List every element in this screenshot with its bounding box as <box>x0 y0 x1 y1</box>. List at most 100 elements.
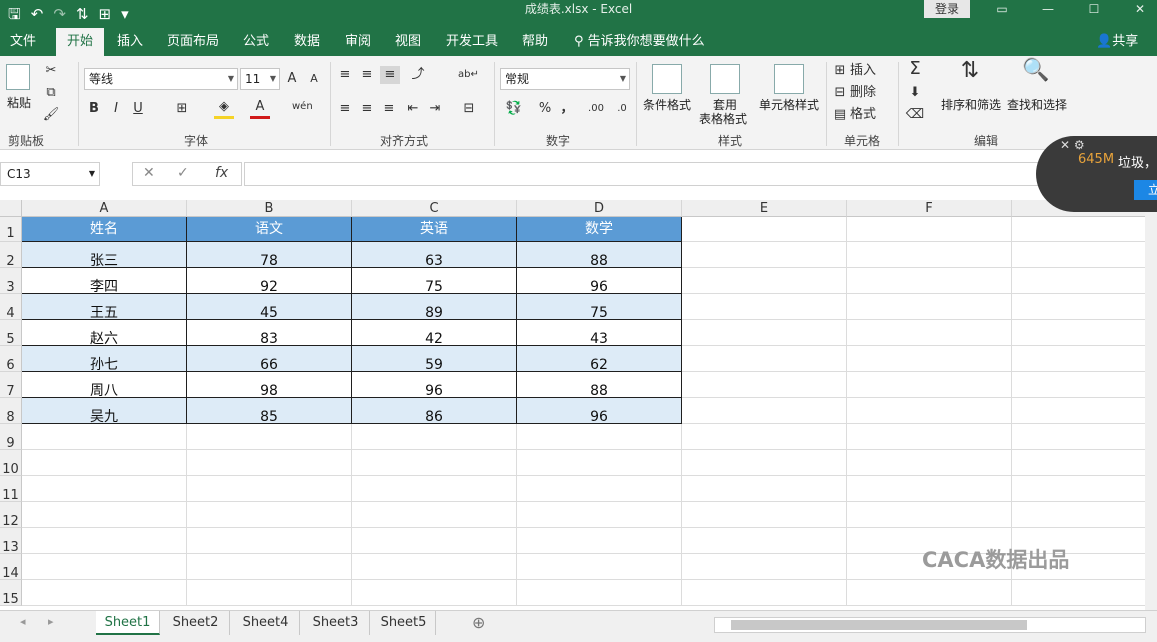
delete-cells-icon[interactable]: ⊟ <box>832 84 848 102</box>
copy-icon[interactable]: ⧉ <box>42 84 60 102</box>
autosum-button[interactable]: Σ <box>904 60 926 78</box>
decrease-decimal-icon[interactable]: .0 <box>612 100 632 118</box>
empty-cell[interactable] <box>22 554 187 580</box>
table-cell[interactable]: 62 <box>517 346 682 372</box>
paste-label[interactable]: 粘贴 <box>2 96 36 111</box>
tab-review[interactable]: 审阅 <box>338 28 378 56</box>
table-cell[interactable]: 周八 <box>22 372 187 398</box>
row-header[interactable]: 9 <box>0 424 22 451</box>
row-header[interactable]: 13 <box>0 528 22 555</box>
empty-cell[interactable] <box>682 268 847 294</box>
underline-button[interactable]: U <box>130 100 146 118</box>
find-select-icon[interactable]: 🔍 <box>1018 60 1054 82</box>
insert-cells-icon[interactable]: ⊞ <box>832 62 848 80</box>
empty-cell[interactable] <box>1012 242 1145 268</box>
scroll-right-icon[interactable]: ▸ <box>48 615 54 628</box>
empty-cell[interactable] <box>847 476 1012 502</box>
wrap-text-icon[interactable]: ab↵ <box>458 66 479 84</box>
empty-cell[interactable] <box>1012 294 1145 320</box>
row-header[interactable]: 8 <box>0 398 22 425</box>
column-header[interactable]: E <box>682 200 847 217</box>
empty-cell[interactable] <box>682 476 847 502</box>
empty-cell[interactable] <box>352 502 517 528</box>
table-cell[interactable]: 83 <box>187 320 352 346</box>
column-header[interactable]: B <box>187 200 352 217</box>
align-right-icon[interactable]: ≡ <box>380 100 398 118</box>
tab-view[interactable]: 视图 <box>388 28 428 56</box>
table-cell[interactable]: 92 <box>187 268 352 294</box>
maximize-icon[interactable]: ☐ <box>1074 0 1114 18</box>
empty-cell[interactable] <box>187 580 352 606</box>
table-cell[interactable]: 赵六 <box>22 320 187 346</box>
align-bottom-icon[interactable]: ≡ <box>380 66 400 84</box>
column-header[interactable]: A <box>22 200 187 217</box>
font-name-combo[interactable]: 等线 ▼ <box>84 68 238 90</box>
empty-cell[interactable] <box>682 580 847 606</box>
tab-insert[interactable]: 插入 <box>110 28 150 56</box>
empty-cell[interactable] <box>682 217 847 242</box>
bold-button[interactable]: B <box>86 100 102 118</box>
cancel-icon[interactable]: ✕ <box>143 165 155 181</box>
align-top-icon[interactable]: ≡ <box>336 66 354 84</box>
increase-indent-icon[interactable]: ⇥ <box>426 100 444 118</box>
scroll-thumb[interactable] <box>731 620 1027 630</box>
sheet-tab-sheet4[interactable]: Sheet4 <box>232 611 300 635</box>
column-header[interactable]: C <box>352 200 517 217</box>
row-header[interactable]: 1 <box>0 217 22 242</box>
font-size-combo[interactable]: 11 ▼ <box>240 68 280 90</box>
tell-me-search[interactable]: ⚲ 告诉我你想要做什么 <box>574 28 705 56</box>
table-cell[interactable]: 43 <box>517 320 682 346</box>
empty-cell[interactable] <box>1012 580 1145 606</box>
table-cell[interactable]: 王五 <box>22 294 187 320</box>
tab-page-layout[interactable]: 页面布局 <box>160 28 226 56</box>
insert-cells-label[interactable]: 插入 <box>850 62 886 80</box>
empty-cell[interactable] <box>517 502 682 528</box>
table-cell[interactable]: 75 <box>352 268 517 294</box>
empty-cell[interactable] <box>682 528 847 554</box>
format-painter-icon[interactable]: 🖌 <box>42 106 60 124</box>
empty-cell[interactable] <box>1012 268 1145 294</box>
number-format-combo[interactable]: 常规 ▼ <box>500 68 630 90</box>
empty-cell[interactable] <box>22 476 187 502</box>
decrease-font-icon[interactable]: A <box>306 70 322 88</box>
delete-cells-label[interactable]: 删除 <box>850 84 886 102</box>
table-cell[interactable]: 85 <box>187 398 352 424</box>
cell-styles-label[interactable]: 单元格样式 <box>756 98 822 113</box>
empty-cell[interactable] <box>22 424 187 450</box>
empty-cell[interactable] <box>1012 398 1145 424</box>
popup-button[interactable]: 立 <box>1134 180 1157 200</box>
insert-function-icon[interactable]: fx <box>215 165 228 181</box>
login-button[interactable]: 登录 <box>924 0 970 18</box>
row-header[interactable]: 4 <box>0 294 22 321</box>
empty-cell[interactable] <box>682 242 847 268</box>
sheet-tab-sheet2[interactable]: Sheet2 <box>162 611 230 635</box>
table-header-cell[interactable]: 语文 <box>187 217 352 242</box>
font-color-icon[interactable]: A <box>250 98 270 119</box>
column-header[interactable]: D <box>517 200 682 217</box>
empty-cell[interactable] <box>1012 372 1145 398</box>
row-header[interactable]: 10 <box>0 450 22 477</box>
table-cell[interactable]: 86 <box>352 398 517 424</box>
empty-cell[interactable] <box>847 294 1012 320</box>
tab-home[interactable]: 开始 <box>56 28 104 56</box>
row-header[interactable]: 7 <box>0 372 22 399</box>
table-cell[interactable]: 96 <box>517 268 682 294</box>
empty-cell[interactable] <box>517 580 682 606</box>
empty-cell[interactable] <box>847 450 1012 476</box>
fill-icon[interactable]: ⬇ <box>904 84 926 102</box>
empty-cell[interactable] <box>847 372 1012 398</box>
merge-center-icon[interactable]: ⊟ <box>458 100 480 118</box>
enter-icon[interactable]: ✓ <box>177 165 189 181</box>
table-header-cell[interactable]: 数学 <box>517 217 682 242</box>
fill-color-icon[interactable]: ◈ <box>214 98 234 119</box>
table-cell[interactable]: 96 <box>352 372 517 398</box>
sheet-tab-sheet3[interactable]: Sheet3 <box>302 611 370 635</box>
tab-help[interactable]: 帮助 <box>514 28 556 56</box>
empty-cell[interactable] <box>517 476 682 502</box>
table-cell[interactable]: 45 <box>187 294 352 320</box>
empty-cell[interactable] <box>187 502 352 528</box>
empty-cell[interactable] <box>352 450 517 476</box>
row-header[interactable]: 2 <box>0 242 22 269</box>
close-icon[interactable]: ✕ ⚙ <box>1060 138 1085 152</box>
empty-cell[interactable] <box>847 424 1012 450</box>
